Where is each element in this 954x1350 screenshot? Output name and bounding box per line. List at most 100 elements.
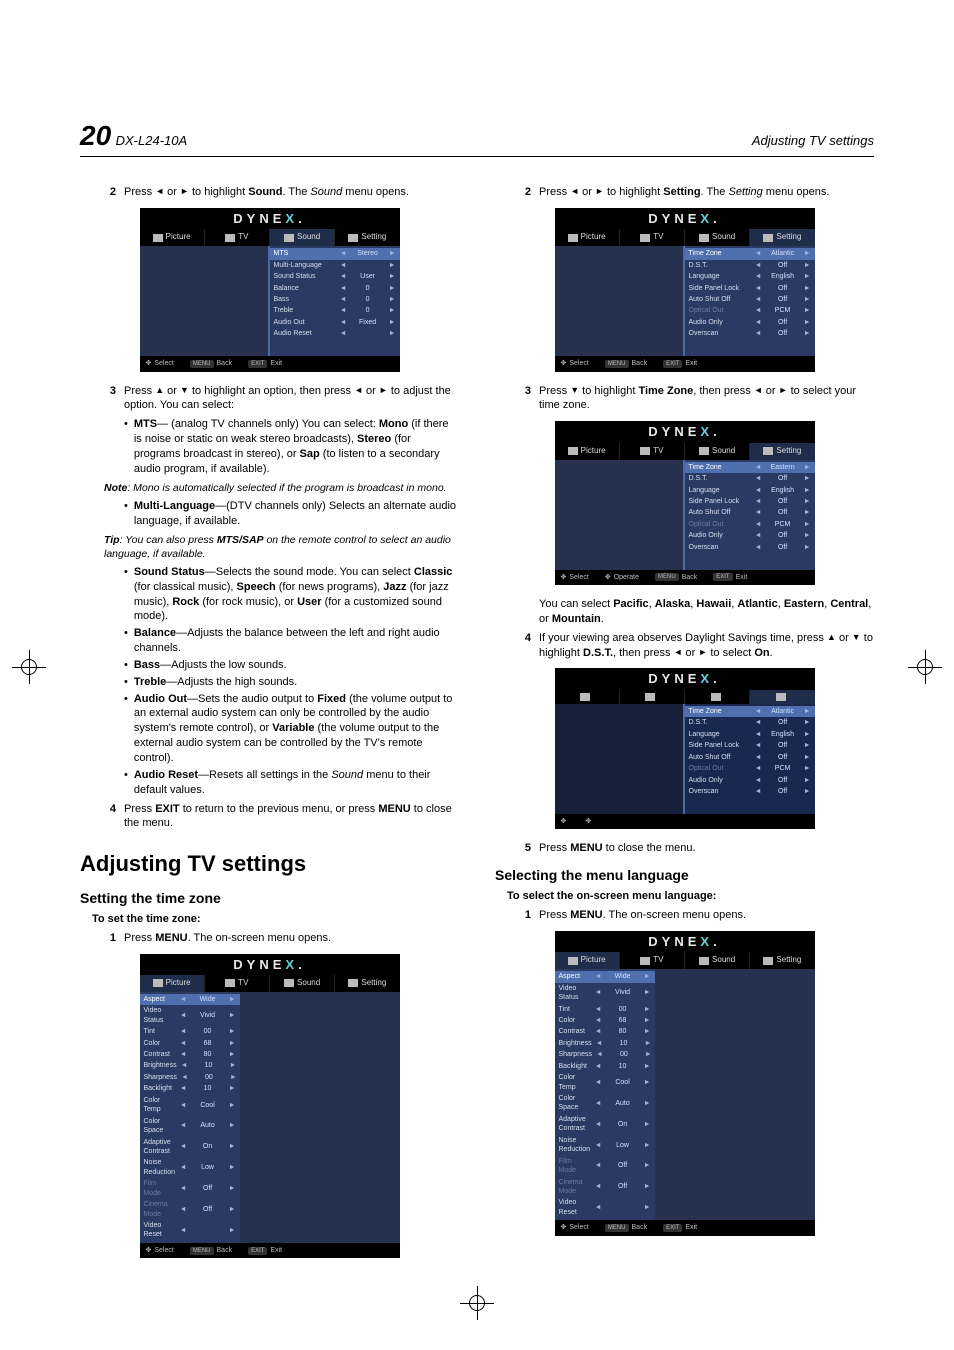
osd-row: Cinema Mode◄Off►	[555, 1177, 655, 1198]
bullet-balance: Balance—Adjusts the balance between the …	[124, 626, 459, 656]
registration-mark-left	[12, 650, 46, 684]
bullet-audioout: Audio Out—Sets the audio output to Fixed…	[124, 692, 459, 766]
osd-row: Tint◄00►	[140, 1026, 240, 1037]
osd-row: Color◄68►	[555, 1015, 655, 1026]
osd-row: Language◄English►	[685, 271, 815, 282]
osd-row: Audio Out◄Fixed►	[270, 317, 400, 328]
osd-row: Noise Reduction◄Low►	[140, 1157, 240, 1178]
page: 20 DX-L24-10A Adjusting TV settings 2 Pr…	[0, 0, 954, 1310]
osd-tab-sound: Sound	[270, 229, 335, 246]
proc-timezone: To set the time zone:	[92, 912, 459, 927]
osd-picture-menu-left: DYNEX. Picture TV Sound Setting Aspect◄W…	[140, 954, 400, 1259]
osd-row: Overscan◄Off►	[685, 542, 815, 553]
osd-row: Aspect◄Wide►	[140, 994, 240, 1005]
hint-select: ✥Select	[146, 359, 174, 368]
right-arrow-icon: ►	[180, 185, 189, 197]
osd-row: Aspect◄Wide►	[555, 971, 655, 982]
osd-row: Adaptive Contrast◄On►	[140, 1137, 240, 1158]
left-step-2: 2 Press ◄ or ► to highlight Sound. The S…	[104, 185, 459, 200]
registration-mark-right	[908, 650, 942, 684]
osd-row: Brightness◄10►	[555, 1038, 655, 1049]
osd-setting-list-a: Time Zone◄Atlantic►D.S.T.◄Off►Language◄E…	[683, 246, 815, 356]
left-step-4: 4 Press EXIT to return to the previous m…	[104, 802, 459, 832]
osd-row: Overscan◄Off►	[685, 786, 815, 797]
osd-row: Language◄English►	[685, 485, 815, 496]
bullet-multilang: Multi-Language—(DTV channels only) Selec…	[124, 499, 459, 529]
osd-row: Auto Shut Off◄Off►	[685, 507, 815, 518]
osd-row: Noise Reduction◄Low►	[555, 1135, 655, 1156]
note-mono: Note: Mono is automatically selected if …	[104, 481, 459, 495]
osd-row: Video Status◄Vivid►	[140, 1005, 240, 1026]
osd-row: Time Zone◄Atlantic►	[685, 248, 815, 259]
osd-picture-list2: Aspect◄Wide►Video Status◄Vivid►Tint◄00►C…	[555, 969, 655, 1220]
down-arrow-icon: ▼	[180, 384, 189, 396]
osd-row: Overscan◄Off►	[685, 328, 815, 339]
osd-row: Video Reset◄►	[555, 1197, 655, 1218]
osd-row: Sharpness◄00►	[140, 1072, 240, 1083]
osd-row: Side Panel Lock◄Off►	[685, 740, 815, 751]
osd-row: Sharpness◄00►	[555, 1049, 655, 1060]
right-step-4: 4 If your viewing area observes Daylight…	[519, 631, 874, 661]
osd-setting-list-b: Time Zone◄Eastern►D.S.T.◄Off►Language◄En…	[683, 460, 815, 570]
sound-icon	[284, 234, 294, 242]
model-number: DX-L24-10A	[116, 133, 188, 148]
right-lang-step-1: 1 Press MENU. The on-screen menu opens.	[519, 908, 874, 923]
right-step-2: 2 Press ◄ or ► to highlight Setting. The…	[519, 185, 874, 200]
osd-setting-menu-a: DYNEX. Picture TV Sound Setting Time Zon…	[555, 208, 815, 372]
osd-row: Color◄68►	[140, 1038, 240, 1049]
tip-mtssap: Tip: You can also press MTS/SAP on the r…	[104, 533, 459, 561]
osd-row: Optical Out◄PCM►	[685, 305, 815, 316]
osd-row: Time Zone◄Atlantic►	[685, 706, 815, 717]
osd-tab-tv: TV	[205, 229, 270, 246]
osd-row: Time Zone◄Eastern►	[685, 462, 815, 473]
right-step-5: 5 Press MENU to close the menu.	[519, 841, 874, 856]
bullet-treble: Treble—Adjusts the high sounds.	[124, 675, 459, 690]
osd-tab-picture: Picture	[140, 975, 205, 992]
osd-row: MTS◄Stereo►	[270, 248, 400, 259]
osd-sound-menu: DYNEX. Picture TV Sound Setting MTS◄Ster…	[140, 208, 400, 372]
osd-row: Language◄English►	[685, 729, 815, 740]
bullet-audioreset: Audio Reset—Resets all settings in the S…	[124, 768, 459, 798]
page-header: 20 DX-L24-10A Adjusting TV settings	[80, 120, 874, 157]
page-number: 20	[80, 120, 111, 151]
osd-row: Bass◄0►	[270, 294, 400, 305]
osd-row: Auto Shut Off◄Off►	[685, 752, 815, 763]
osd-setting-list-c: Time Zone◄Atlantic►D.S.T.◄Off►Language◄E…	[683, 704, 815, 814]
osd-row: Contrast◄80►	[555, 1026, 655, 1037]
osd-row: Cinema Mode◄Off►	[140, 1199, 240, 1220]
osd-row: Audio Only◄Off►	[685, 317, 815, 328]
left-column: 2 Press ◄ or ► to highlight Sound. The S…	[80, 181, 459, 1270]
heading-language: Selecting the menu language	[495, 866, 874, 885]
osd-row: Adaptive Contrast◄On►	[555, 1114, 655, 1135]
osd-row: Optical Out◄PCM►	[685, 763, 815, 774]
heading-adjusting: Adjusting TV settings	[80, 849, 459, 879]
osd-row: Optical Out◄PCM►	[685, 519, 815, 530]
osd-row: Color Space◄Auto►	[140, 1116, 240, 1137]
osd-picture-list: Aspect◄Wide►Video Status◄Vivid►Tint◄00►C…	[140, 992, 240, 1243]
osd-row: Audio Only◄Off►	[685, 530, 815, 541]
osd-row: Side Panel Lock◄Off►	[685, 496, 815, 507]
bullet-mts: MTS— (analog TV channels only) You can s…	[124, 417, 459, 476]
osd-row: Color Temp◄Cool►	[140, 1095, 240, 1116]
osd-row: Tint◄00►	[555, 1004, 655, 1015]
tv-icon	[225, 234, 235, 242]
osd-row: D.S.T.◄Off►	[685, 717, 815, 728]
right-column: 2 Press ◄ or ► to highlight Setting. The…	[495, 181, 874, 1270]
osd-row: Balance◄0►	[270, 283, 400, 294]
osd-row: D.S.T.◄Off►	[685, 473, 815, 484]
right-step-3: 3 Press ▼ to highlight Time Zone, then p…	[519, 384, 874, 414]
registration-mark-bottom	[460, 1286, 494, 1320]
timezone-options: You can select Pacific, Alaska, Hawaii, …	[539, 597, 874, 627]
osd-row: Video Status◄Vivid►	[555, 983, 655, 1004]
bullet-soundstatus: Sound Status—Selects the sound mode. You…	[124, 565, 459, 624]
up-arrow-icon: ▲	[155, 384, 164, 396]
osd-row: Contrast◄80►	[140, 1049, 240, 1060]
osd-row: Film Mode◄Off►	[140, 1178, 240, 1199]
hint-back: MENUBack	[190, 359, 232, 368]
osd-row: Backlight◄10►	[140, 1083, 240, 1094]
osd-row: Sound Status◄User►	[270, 271, 400, 282]
hint-exit: EXITExit	[248, 359, 282, 368]
osd-tab-picture: Picture	[140, 229, 205, 246]
proc-language: To select the on-screen menu language:	[507, 889, 874, 904]
section-title: Adjusting TV settings	[752, 133, 874, 148]
